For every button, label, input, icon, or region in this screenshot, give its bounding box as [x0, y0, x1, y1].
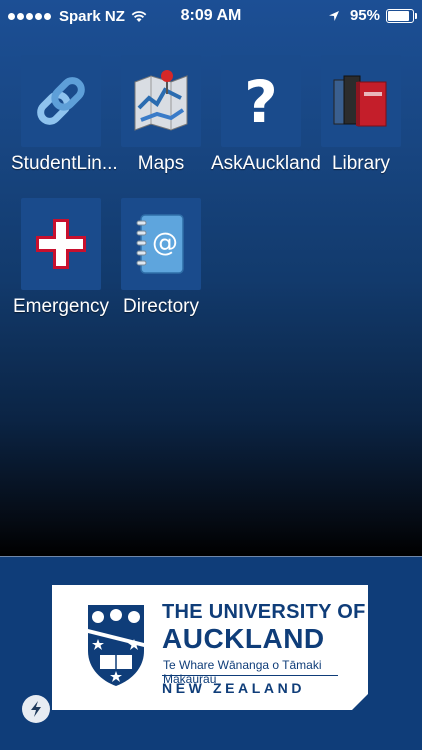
app-studentlink[interactable]: StudentLin... [11, 55, 118, 175]
logo-corner [351, 693, 369, 711]
app-askauckland[interactable]: ? AskAuckland [211, 55, 321, 175]
app-library[interactable]: Library [311, 55, 411, 175]
app-label: StudentLin... [11, 153, 118, 174]
app-tile[interactable] [121, 55, 201, 147]
battery-icon [386, 8, 417, 23]
battery-percent: 95% [349, 7, 380, 24]
app-label: AskAuckland [211, 153, 321, 174]
address-book-icon: @ [136, 214, 184, 274]
lightning-bolt-button[interactable] [22, 695, 50, 723]
question-mark-icon: ? [244, 70, 278, 132]
logo-line-4: NEW ZEALAND [162, 680, 306, 696]
lightning-bolt-icon [31, 701, 41, 717]
footer: THE UNIVERSITY OF AUCKLAND Te Whare Wāna… [0, 556, 422, 750]
app-emergency[interactable]: Emergency [11, 198, 111, 318]
app-label: Library [331, 153, 391, 174]
medical-cross-icon [36, 219, 86, 269]
app-tile[interactable] [21, 198, 101, 290]
app-tile[interactable]: ? [221, 55, 301, 147]
status-bar: Spark NZ 8:09 AM 95% [0, 0, 422, 32]
app-tile[interactable] [321, 55, 401, 147]
logo-divider [162, 675, 338, 676]
app-directory[interactable]: @ Directory [111, 198, 211, 318]
status-right: 95% [328, 7, 417, 24]
app-label: Directory [122, 296, 199, 317]
books-icon [333, 75, 387, 127]
link-chain-icon [37, 77, 85, 125]
svg-text:@: @ [152, 228, 178, 258]
app-screen: Spark NZ 8:09 AM 95% StudentLin... Maps … [0, 0, 422, 750]
battery-fill [388, 10, 409, 21]
app-maps[interactable]: Maps [111, 55, 211, 175]
svg-text:?: ? [244, 70, 278, 132]
app-tile[interactable]: @ [121, 198, 201, 290]
app-label: Emergency [12, 296, 110, 317]
logo-line-2: AUCKLAND [162, 623, 325, 654]
university-crest-icon [88, 605, 144, 686]
app-label: Maps [137, 153, 185, 174]
map-pin-icon [134, 70, 188, 131]
university-logo[interactable]: THE UNIVERSITY OF AUCKLAND Te Whare Wāna… [52, 585, 369, 711]
location-arrow-icon [328, 10, 339, 21]
logo-line-1: THE UNIVERSITY OF [162, 601, 366, 623]
app-tile[interactable] [21, 55, 101, 147]
